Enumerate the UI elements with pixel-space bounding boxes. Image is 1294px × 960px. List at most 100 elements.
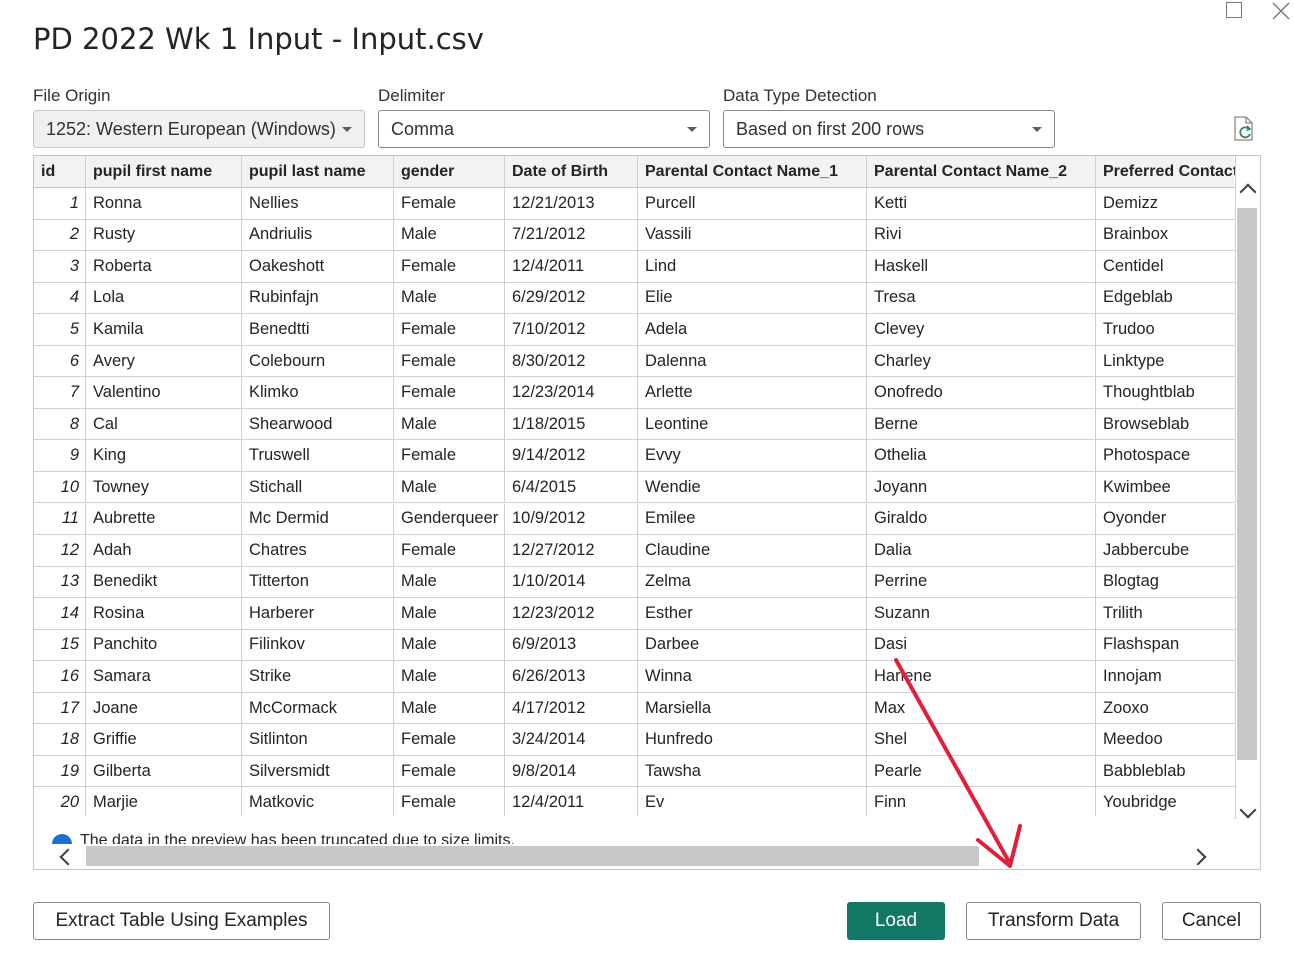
table-cell: 14 — [34, 598, 86, 630]
table-cell: 17 — [34, 692, 86, 725]
table-cell: Klimko — [242, 377, 394, 409]
table-cell: Rusty — [86, 219, 242, 252]
delimiter-dropdown[interactable]: Comma — [378, 110, 710, 148]
table-cell: Blogtag — [1096, 566, 1236, 599]
preview-table: id pupil first name pupil last name gender D… — [33, 155, 1261, 870]
table-cell: Lola — [86, 282, 242, 315]
table-cell: Sitlinton — [242, 724, 394, 756]
transform-data-button[interactable]: Transform Data — [966, 902, 1141, 940]
table-cell: 9/8/2014 — [505, 755, 638, 788]
table-cell: King — [86, 440, 242, 472]
table-cell: Centidel — [1096, 251, 1236, 283]
horizontal-scrollbar[interactable] — [34, 844, 1260, 869]
file-origin-dropdown[interactable]: 1252: Western European (Windows) — [33, 110, 365, 148]
table-cell: Male — [394, 629, 505, 662]
file-origin-value: 1252: Western European (Windows) — [46, 119, 336, 139]
table-cell: Oyonder — [1096, 503, 1236, 535]
table-row: 11 Aubrette Mc Dermid Genderqueer 10/9/2012 E… — [34, 503, 1236, 535]
chevron-right-icon[interactable] — [1189, 848, 1207, 866]
cancel-button[interactable]: Cancel — [1162, 902, 1261, 940]
table-cell: Evvy — [638, 440, 867, 472]
table-cell: Babbleblab — [1096, 755, 1236, 788]
table-cell: Berne — [867, 408, 1096, 441]
table-cell: Aubrette — [86, 503, 242, 535]
chevron-down-icon — [687, 127, 697, 132]
table-cell: Female — [394, 535, 505, 567]
table-cell: Winna — [638, 661, 867, 693]
table-row: 2 Rusty Andriulis Male 7/21/2012 Vassili Rivi B… — [34, 219, 1236, 252]
table-cell: Male — [394, 661, 505, 693]
table-cell: 1/10/2014 — [505, 566, 638, 599]
table-cell: Dalia — [867, 535, 1096, 567]
table-cell: Matkovic — [242, 787, 394, 819]
table-cell: 6/26/2013 — [505, 661, 638, 693]
load-button[interactable]: Load — [847, 902, 945, 940]
file-origin-label: File Origin — [33, 86, 111, 105]
table-row: 9 King Truswell Female 9/14/2012 Evvy Othelia P… — [34, 440, 1236, 472]
maximize-icon[interactable] — [1226, 2, 1242, 18]
table-cell: Valentino — [86, 377, 242, 409]
vertical-scrollbar[interactable] — [1235, 172, 1260, 832]
column-header[interactable]: pupil last name — [242, 156, 394, 188]
table-cell: 4/17/2012 — [505, 692, 638, 725]
table-cell: 11 — [34, 503, 86, 535]
table-cell: Female — [394, 345, 505, 378]
info-message: The data in the preview has been truncat… — [80, 832, 515, 844]
table-cell: 9/14/2012 — [505, 440, 638, 472]
column-header[interactable]: Preferred Contact — [1096, 156, 1236, 188]
table-cell: Colebourn — [242, 345, 394, 378]
column-header[interactable]: Date of Birth — [505, 156, 638, 188]
table-cell: 2 — [34, 219, 86, 252]
table-row: 8 Cal Shearwood Male 1/18/2015 Leontine Berne B… — [34, 408, 1236, 441]
table-cell: Elie — [638, 282, 867, 315]
table-cell: Male — [394, 282, 505, 315]
table-cell: Perrine — [867, 566, 1096, 599]
table-cell: 12/4/2011 — [505, 251, 638, 283]
table-row: 15 Panchito Filinkov Male 6/9/2013 Darbee Dasi… — [34, 629, 1236, 662]
horizontal-scroll-thumb[interactable] — [86, 846, 979, 866]
refresh-icon[interactable] — [1232, 116, 1256, 142]
table-row: 3 Roberta Oakeshott Female 12/4/2011 Lind Hask… — [34, 251, 1236, 283]
table-cell: Flashspan — [1096, 629, 1236, 662]
chevron-up-icon[interactable] — [1239, 183, 1257, 201]
table-cell: Othelia — [867, 440, 1096, 472]
table-cell: 3 — [34, 251, 86, 283]
table-cell: 12/4/2011 — [505, 787, 638, 819]
chevron-left-icon[interactable] — [59, 848, 77, 866]
table-cell: Female — [394, 787, 505, 819]
close-icon[interactable] — [1270, 0, 1292, 22]
table-cell: Tresa — [867, 282, 1096, 315]
table-cell: Wendie — [638, 471, 867, 504]
table-cell: Titterton — [242, 566, 394, 599]
table-cell: Charley — [867, 345, 1096, 378]
extract-table-button[interactable]: Extract Table Using Examples — [33, 902, 330, 940]
table-cell: Male — [394, 408, 505, 441]
table-row: 7 Valentino Klimko Female 12/23/2014 Arlette O… — [34, 377, 1236, 409]
table-cell: Male — [394, 692, 505, 725]
column-header[interactable]: gender — [394, 156, 505, 188]
column-header[interactable]: Parental Contact Name_1 — [638, 156, 867, 188]
info-strip: The data in the preview has been truncat… — [34, 816, 1234, 844]
column-header[interactable]: id — [34, 156, 86, 188]
column-header[interactable]: pupil first name — [86, 156, 242, 188]
vertical-scroll-thumb[interactable] — [1237, 208, 1257, 760]
table-cell: Ronna — [86, 188, 242, 220]
table-row: 14 Rosina Harberer Male 12/23/2012 Esther Suza… — [34, 598, 1236, 630]
table-cell: Darbee — [638, 629, 867, 662]
table-cell: 18 — [34, 724, 86, 756]
table-cell: Oakeshott — [242, 251, 394, 283]
table-cell: 6/29/2012 — [505, 282, 638, 315]
chevron-down-icon[interactable] — [1239, 801, 1257, 819]
table-cell: Chatres — [242, 535, 394, 567]
data-type-detection-dropdown[interactable]: Based on first 200 rows — [723, 110, 1055, 148]
table-cell: Shearwood — [242, 408, 394, 441]
table-cell: 1 — [34, 188, 86, 220]
table-cell: Female — [394, 377, 505, 409]
table-cell: Silversmidt — [242, 755, 394, 788]
table-cell: Zelma — [638, 566, 867, 599]
column-header[interactable]: Parental Contact Name_2 — [867, 156, 1096, 188]
chevron-down-icon — [1032, 127, 1042, 132]
table-cell: Brainbox — [1096, 219, 1236, 252]
table-cell: Linktype — [1096, 345, 1236, 378]
table-cell: Joyann — [867, 471, 1096, 504]
